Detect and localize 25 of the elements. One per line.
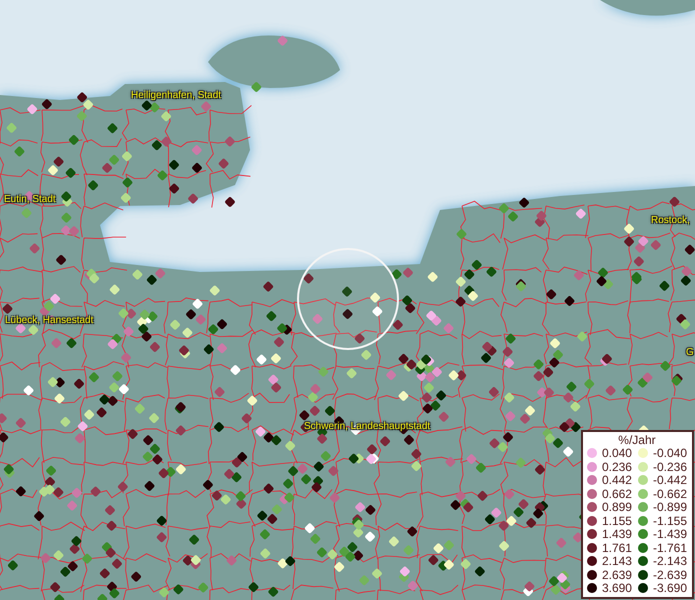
legend-label: 2.143: [602, 554, 632, 568]
place-label: Heiligenhafen, Stadt: [131, 90, 222, 102]
legend-label: 0.899: [602, 500, 632, 514]
legend-label: -1.761: [652, 540, 687, 555]
legend-label: -1.439: [652, 527, 687, 542]
legend-label: -3.690: [652, 581, 687, 596]
legend-label: -0.236: [652, 460, 687, 474]
legend-label: 3.690: [602, 581, 632, 596]
legend-label: 1.439: [602, 527, 632, 542]
legend-label: -0.040: [652, 446, 687, 460]
legend-label: 2.639: [602, 568, 632, 582]
legend-label: -2.639: [652, 568, 687, 582]
legend-label: 0.662: [602, 486, 632, 501]
legend-title: %/Jahr: [617, 432, 657, 446]
legend-label: 0.236: [602, 460, 632, 474]
legend-label: 0.040: [602, 446, 632, 460]
legend-label: 0.442: [602, 473, 632, 488]
legend-label: 1.761: [602, 540, 632, 555]
legend-label: -1.155: [652, 514, 687, 528]
legend-label: 1.155: [602, 514, 632, 528]
place-label: G: [686, 347, 694, 359]
legend-label: -0.662: [652, 486, 687, 501]
legend-label: -2.143: [652, 554, 687, 568]
legend-label: -0.899: [652, 500, 687, 514]
legend-label: -0.442: [652, 473, 687, 488]
